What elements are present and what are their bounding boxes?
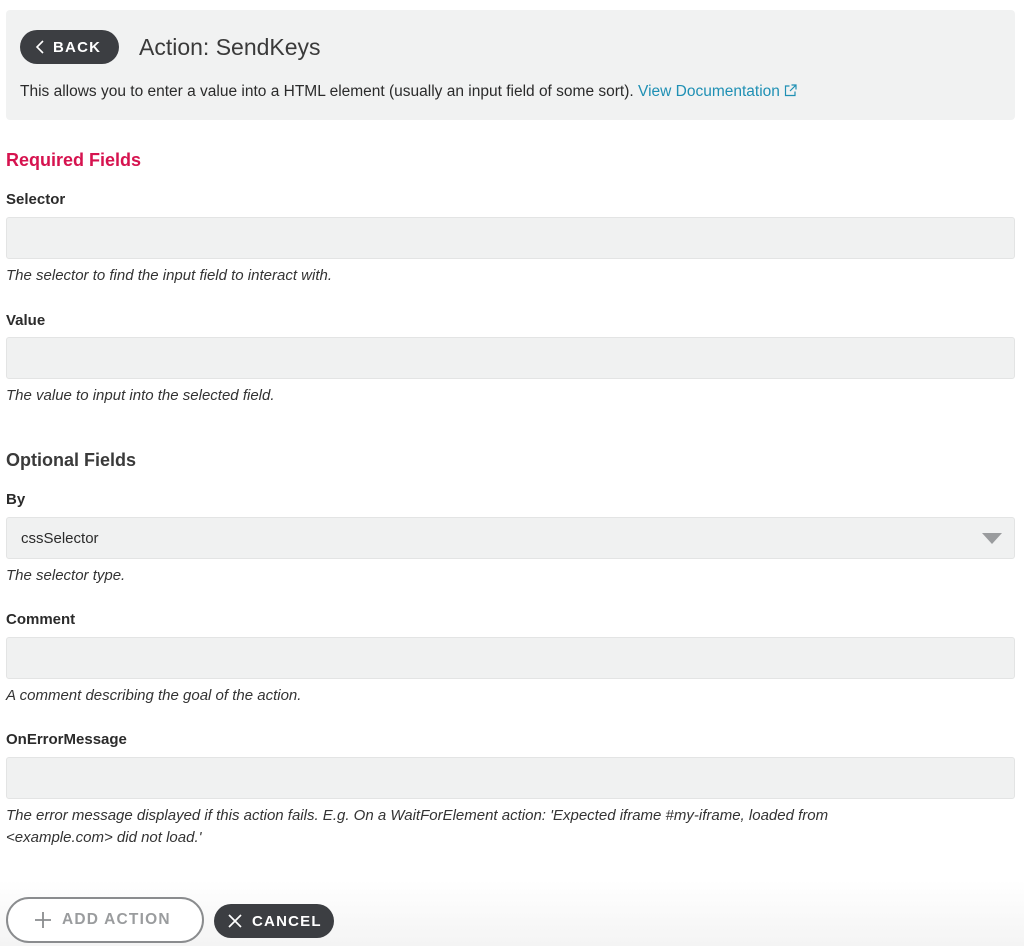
action-header: BACK Action: SendKeys This allows you to… <box>6 10 1015 120</box>
back-button[interactable]: BACK <box>20 30 119 64</box>
doc-link-label: View Documentation <box>638 83 780 100</box>
on-error-message-help-line1: The error message displayed if this acti… <box>6 807 829 824</box>
close-icon <box>228 914 242 928</box>
by-select[interactable]: cssSelector <box>6 517 1015 559</box>
on-error-message-help-line2: <example.com> did not load.' <box>6 829 202 846</box>
selector-input[interactable] <box>6 217 1015 259</box>
description-text: This allows you to enter a value into a … <box>20 83 634 100</box>
cancel-label: CANCEL <box>252 912 322 930</box>
caret-down-icon <box>982 533 1002 544</box>
add-action-label: ADD ACTION <box>62 911 171 928</box>
external-link-icon <box>784 84 797 97</box>
comment-label: Comment <box>6 611 76 628</box>
value-input[interactable] <box>6 337 1015 379</box>
comment-input[interactable] <box>6 637 1015 679</box>
page-title: Action: SendKeys <box>139 34 321 60</box>
selector-help: The selector to find the input field to … <box>6 267 333 284</box>
required-fields-heading: Required Fields <box>6 150 142 170</box>
optional-fields-heading: Optional Fields <box>6 450 137 470</box>
add-action-button[interactable]: ADD ACTION <box>6 897 204 943</box>
value-help: The value to input into the selected fie… <box>6 387 275 404</box>
plus-icon <box>35 912 51 928</box>
cancel-button[interactable]: CANCEL <box>214 904 334 938</box>
by-label: By <box>6 491 26 508</box>
on-error-message-input[interactable] <box>6 757 1015 799</box>
action-description: This allows you to enter a value into a … <box>20 82 797 102</box>
view-documentation-link[interactable]: View Documentation <box>638 83 797 100</box>
selector-label: Selector <box>6 191 66 208</box>
chevron-left-icon <box>35 40 44 54</box>
on-error-message-label: OnErrorMessage <box>6 731 127 748</box>
comment-help: A comment describing the goal of the act… <box>6 687 302 704</box>
by-selected-value: cssSelector <box>21 529 99 547</box>
value-label: Value <box>6 312 46 329</box>
by-help: The selector type. <box>6 567 126 584</box>
back-button-label: BACK <box>53 38 102 56</box>
